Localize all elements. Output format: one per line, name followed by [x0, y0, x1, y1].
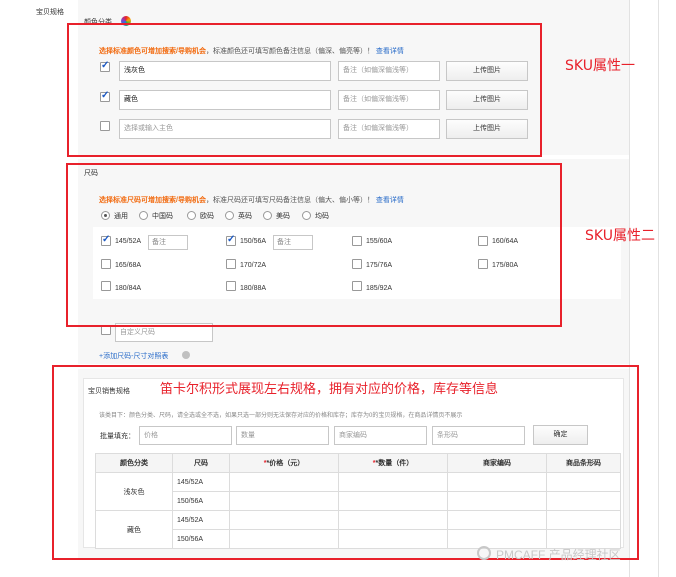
page-right-border [658, 0, 659, 577]
add-size-chart-link[interactable]: +添加尺码-尺寸对照表 [99, 351, 168, 361]
sku2-annotation: SKU属性二 [585, 228, 655, 244]
watermark: PMCAFF 产品经理社区 [496, 548, 621, 562]
cartesian-annotation: 笛卡尔积形式展现左右规格，拥有对应的价格，库存等信息 [160, 382, 499, 397]
help-icon[interactable] [182, 351, 190, 359]
sku1-annotation: SKU属性一 [565, 58, 635, 74]
sku1-highlight-box [67, 23, 542, 157]
section-label: 宝贝规格 [36, 9, 64, 16]
sku2-highlight-box [66, 163, 562, 327]
watermark-logo-icon [477, 546, 491, 560]
